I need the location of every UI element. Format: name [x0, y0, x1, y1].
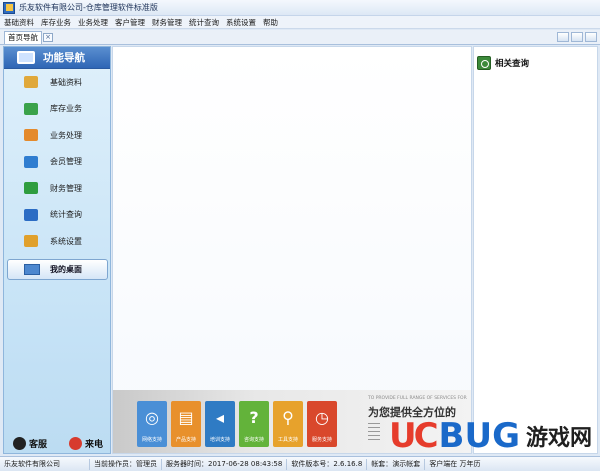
navigation-sidebar: 功能导航 基础资料库存业务业务处理会员管理财务管理统计查询系统设置 我的桌面 客…	[3, 46, 111, 454]
status-tail: 客户端在 万年历	[429, 459, 481, 468]
desktop-area: ◎ 网络支持 ▤ 产品支持 ◂ 培训支持? 咨询支持 ⚲ 工具支持 ◷ 服务支持 TO PROVID…	[112, 46, 472, 454]
related-query-title: 相关查询	[495, 59, 530, 69]
watermark-brand-c: C	[413, 416, 439, 456]
my-desktop-label: 我的桌面	[50, 264, 82, 274]
menu-basic-data[interactable]: 基础资料	[0, 17, 37, 28]
tab-next-icon[interactable]	[585, 32, 597, 42]
service-tile-label: 产品支持	[175, 437, 196, 443]
side-link-label: 来电	[85, 440, 104, 450]
sidebar-item-house[interactable]: 库存业务	[4, 96, 110, 123]
ucbug-watermark-logo: U C BUG 游戏网	[389, 419, 592, 453]
service-tile-icon: ?	[249, 408, 259, 427]
status-server-time: 服务器时间：2017-06-28 08:43:58	[162, 458, 288, 470]
sidebar-item-label: 基础资料	[50, 77, 82, 87]
menu-inventory[interactable]: 库存业务	[37, 17, 74, 28]
menu-help[interactable]: 帮助	[259, 17, 281, 28]
search-icon	[477, 56, 491, 70]
status-operator-value: 管理员	[136, 459, 157, 468]
status-version-value: 2.6.16.8	[333, 459, 363, 468]
status-version: 软件版本号：2.6.16.8	[287, 458, 368, 470]
service-tile-icon: ◂	[215, 408, 225, 427]
tab-home-navigation[interactable]: 首页导航	[4, 31, 42, 44]
status-account-label: 帐套：	[371, 459, 393, 468]
sidebar-item-gear[interactable]: 系统设置	[4, 228, 110, 255]
banner-text-lines	[368, 423, 380, 441]
desktop-icon	[24, 263, 40, 275]
window-title: 乐友软件有限公司-仓库管理软件标准版	[19, 3, 158, 12]
sidebar-item-label: 库存业务	[50, 104, 82, 114]
sidebar-item-label: 统计查询	[50, 210, 82, 220]
related-query-panel: 相关查询	[473, 46, 598, 454]
status-operator-label: 当前操作员：	[94, 459, 136, 468]
service-tile-icon: ◷	[315, 408, 329, 427]
watermark-brand-u: U	[388, 416, 417, 456]
users-icon	[24, 155, 38, 168]
status-server-time-label: 服务器时间：	[166, 459, 208, 468]
status-account-value: 演示帐套	[392, 459, 421, 468]
service-tile: ◂ 培训支持	[205, 401, 235, 447]
tab-tools	[557, 32, 597, 42]
title-bar: 乐友软件有限公司-仓库管理软件标准版	[0, 0, 600, 16]
gear-icon	[24, 235, 38, 248]
service-tile: ⚲ 工具支持	[273, 401, 303, 447]
service-tile: ◎ 网络支持	[137, 401, 167, 447]
service-tile-label: 工具支持	[277, 437, 298, 443]
customer-service-link[interactable]: 客服	[13, 437, 47, 450]
incoming-call-link[interactable]: 来电	[69, 437, 103, 450]
app-logo-icon	[3, 1, 15, 14]
tab-close-icon[interactable]: ×	[43, 33, 53, 42]
sidebar-item-bar-chart[interactable]: 统计查询	[4, 202, 110, 229]
service-tile-icon: ◎	[145, 408, 159, 427]
related-query-header[interactable]: 相关查询	[477, 56, 529, 70]
bar-chart-icon	[24, 208, 38, 221]
service-tile-label: 培训支持	[209, 437, 230, 443]
sidebar-item-label: 会员管理	[50, 157, 82, 167]
tab-bar: 首页导航 ×	[0, 30, 600, 45]
tab-list-icon[interactable]	[557, 32, 569, 42]
sidebar-item-label: 系统设置	[50, 236, 82, 246]
sidebar-item-label: 财务管理	[50, 183, 82, 193]
service-tile-icon: ▤	[178, 408, 194, 427]
sidebar-item-finance-chart[interactable]: 财务管理	[4, 175, 110, 202]
status-bar: 乐友软件有限公司 当前操作员：管理员 服务器时间：2017-06-28 08:4…	[0, 456, 600, 471]
status-company: 乐友软件有限公司	[0, 458, 90, 470]
service-tile-label: 网络支持	[141, 437, 162, 443]
menu-bar: 基础资料 库存业务 业务处理 客户管理 财务管理 统计查询 系统设置 帮助	[0, 16, 600, 29]
sidebar-item-cart[interactable]: 业务处理	[4, 122, 110, 149]
service-tile: ? 咨询支持	[239, 401, 269, 447]
monitor-icon	[17, 51, 35, 64]
banner-english-text: TO PROVIDE FULL RANGE OF SERVICES FOR	[368, 396, 467, 401]
service-tile-label: 服务支持	[311, 437, 332, 443]
qq-icon	[13, 437, 26, 450]
sidebar-item-pencil-note[interactable]: 基础资料	[4, 69, 110, 96]
house-icon	[24, 102, 38, 115]
tab-prev-icon[interactable]	[571, 32, 583, 42]
cart-icon	[24, 129, 38, 142]
pencil-note-icon	[24, 76, 38, 89]
service-tile-label: 咨询支持	[243, 437, 264, 443]
sidebar-item-label: 业务处理	[50, 130, 82, 140]
menu-finance[interactable]: 财务管理	[148, 17, 185, 28]
side-link-label: 客服	[29, 440, 48, 450]
menu-business[interactable]: 业务处理	[74, 17, 111, 28]
sidebar-header: 功能导航	[4, 47, 110, 69]
status-server-time-value: 2017-06-28 08:43:58	[208, 459, 283, 468]
status-operator: 当前操作员：管理员	[90, 458, 162, 470]
watermark-brand-cn: 游戏网	[525, 425, 592, 451]
menu-customers[interactable]: 客户管理	[111, 17, 148, 28]
sidebar-item-users[interactable]: 会员管理	[4, 149, 110, 176]
menu-settings[interactable]: 系统设置	[222, 17, 259, 28]
service-tile: ▤ 产品支持	[171, 401, 201, 447]
my-desktop-button[interactable]: 我的桌面	[7, 258, 108, 280]
menu-statistics[interactable]: 统计查询	[185, 17, 222, 28]
finance-chart-icon	[24, 182, 38, 195]
sidebar-header-label: 功能导航	[43, 52, 85, 64]
service-tile-icon: ⚲	[282, 408, 294, 427]
phone-icon	[69, 437, 83, 450]
watermark-brand-bug: BUG	[438, 416, 520, 456]
status-account: 帐套：演示帐套	[367, 458, 426, 470]
service-tile: ◷ 服务支持	[307, 401, 337, 447]
status-version-label: 软件版本号：	[291, 459, 334, 468]
